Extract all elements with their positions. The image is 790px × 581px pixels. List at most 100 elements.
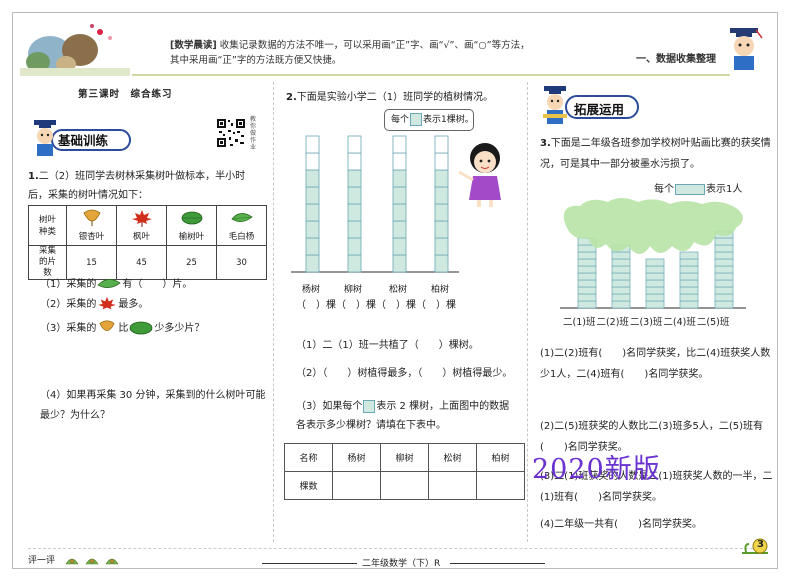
tree-label-1: 杨树 — [302, 285, 321, 295]
award-cell — [611, 265, 631, 274]
q1-3-text-a: （3）采集的 — [40, 323, 97, 334]
award-cell — [577, 300, 597, 309]
award-cell — [577, 279, 597, 288]
leaf-elm-cell: 榆树叶 — [166, 205, 217, 246]
tree-cell — [347, 203, 362, 222]
award-legend: 每个 表示1人 — [654, 180, 742, 195]
tree-cell — [305, 135, 320, 154]
award-cell — [679, 286, 699, 295]
leaf-maple-cell: 枫叶 — [116, 205, 167, 246]
award-bar-3 — [645, 258, 665, 309]
tree-cell — [434, 152, 449, 171]
tree-count-blanks: （ ）棵（ ）棵（ ）棵（ ）棵 — [296, 300, 456, 311]
answer-cell-bai[interactable] — [476, 471, 525, 500]
tree-bar-4 — [434, 135, 449, 273]
award-cell — [714, 286, 734, 295]
header-illustration — [20, 24, 130, 76]
tree-cell — [434, 135, 449, 154]
q1-part-4: （4）如果再采集 30 分钟，采集到的什么树叶可能最少？为什么？ — [40, 390, 266, 421]
rating-icons[interactable] — [64, 552, 144, 566]
tree-cell — [434, 254, 449, 273]
tree-cell — [347, 237, 362, 256]
q1-part-3: （3）采集的 比 少多少片？ — [40, 320, 204, 336]
award-cell — [577, 265, 597, 274]
q1-2-text-a: （2）采集的 — [40, 299, 97, 310]
snail-page-icon — [742, 538, 768, 554]
award-legend-b: 表示1人 — [706, 184, 743, 195]
award-cell — [645, 272, 665, 281]
leaf-table: 树叶种类 银杏叶 枫叶 榆树叶 毛白杨 采集的片数 15 45 25 30 — [28, 205, 267, 280]
grid-unit-icon — [675, 183, 705, 195]
column-divider-1 — [273, 82, 274, 542]
q3-part-4: (4)二年级一共有( )名同学获奖。 — [540, 519, 702, 530]
legend-bubble-b: 表示1棵树。 — [423, 115, 474, 125]
tree-cell — [392, 237, 407, 256]
award-cell — [611, 272, 631, 281]
award-cell — [679, 300, 699, 309]
award-cell — [679, 251, 699, 260]
award-cell — [577, 251, 597, 260]
q3-part-1: (1)二(2)班有( )名同学获奖，比二(4)班获奖人数少1人，二(4)班有( … — [540, 348, 771, 380]
section-title: 一、数据收集整理 — [636, 54, 716, 65]
leaf-name-ginkgo: 银杏叶 — [78, 232, 105, 242]
footer-rule-right — [450, 563, 545, 564]
maple-leaf-icon — [132, 210, 152, 227]
trees-header-song: 松树 — [428, 443, 477, 472]
q1-1-text-a: （1）采集的 — [40, 279, 97, 290]
tree-label-3: 松树 — [389, 285, 408, 295]
tree-cell — [305, 237, 320, 256]
tree-bar-3 — [392, 135, 407, 273]
question-3: 3.下面是二年级各班参加学校树叶贴画比赛的获奖情况，可是其中一部分被墨水污损了。 — [540, 133, 776, 175]
legend-bubble-a: 每个 — [391, 115, 410, 125]
answer-cell-yang[interactable] — [332, 471, 381, 500]
class-label-2: 二(2)班 — [596, 317, 629, 328]
edition-watermark: 2020新版 — [532, 454, 661, 485]
book-title: 二年级数学（下）R — [362, 559, 441, 569]
qr-code-icon[interactable] — [216, 118, 246, 148]
footer-rule-left — [262, 563, 357, 564]
tree-label-2: 柳树 — [344, 285, 363, 295]
leaf-poplar-cell: 毛白杨 — [216, 205, 267, 246]
tree-cell — [305, 254, 320, 273]
answer-cell-liu[interactable] — [380, 471, 429, 500]
award-cell — [611, 300, 631, 309]
award-cell — [679, 272, 699, 281]
ginkgo-leaf-icon — [99, 320, 115, 332]
question-3-number: 3. — [540, 138, 551, 149]
award-cell — [611, 286, 631, 295]
award-axis-labels: 二(1)班二(2)班二(3)班二(4)班二(5)班 — [563, 314, 730, 328]
award-cell — [714, 265, 734, 274]
q1-part-1: （1）采集的 有（ ）片。 — [40, 276, 192, 292]
award-cell — [611, 258, 631, 267]
tree-cell — [392, 186, 407, 205]
count-elm: 25 — [166, 245, 217, 280]
tree-cell — [434, 237, 449, 256]
award-cell — [714, 258, 734, 267]
tree-cell — [305, 152, 320, 171]
question-1-number: 1. — [28, 171, 39, 182]
ginkgo-leaf-icon — [83, 209, 101, 226]
award-cell — [714, 244, 734, 253]
award-cell — [577, 293, 597, 302]
tree-cell — [347, 152, 362, 171]
award-cell — [714, 300, 734, 309]
trees-header-name: 名称 — [284, 443, 333, 472]
award-cell — [645, 286, 665, 295]
question-2-number: 2. — [286, 92, 297, 103]
trees-header-liu: 柳树 — [380, 443, 429, 472]
award-cell — [714, 237, 734, 246]
class-label-3: 二(3)班 — [629, 317, 663, 328]
tree-bar-2 — [347, 135, 362, 273]
poplar-leaf-icon — [231, 213, 253, 222]
award-cell — [577, 286, 597, 295]
grid-unit-icon — [410, 113, 423, 126]
award-cell — [611, 251, 631, 260]
answer-cell-song[interactable] — [428, 471, 477, 500]
elm-leaf-icon — [181, 211, 203, 225]
lesson-title: 第三课时 综合练习 — [78, 89, 173, 100]
award-bar-5 — [714, 230, 734, 309]
basic-training-label: 基础训练 — [58, 133, 109, 148]
elm-leaf-icon — [129, 321, 153, 335]
scholar-mascot-icon — [730, 28, 763, 70]
morning-reading: [数学晨读] 收集记录数据的方法不唯一，可以采用画“正”字、画“√”、画“○”等… — [170, 38, 630, 68]
